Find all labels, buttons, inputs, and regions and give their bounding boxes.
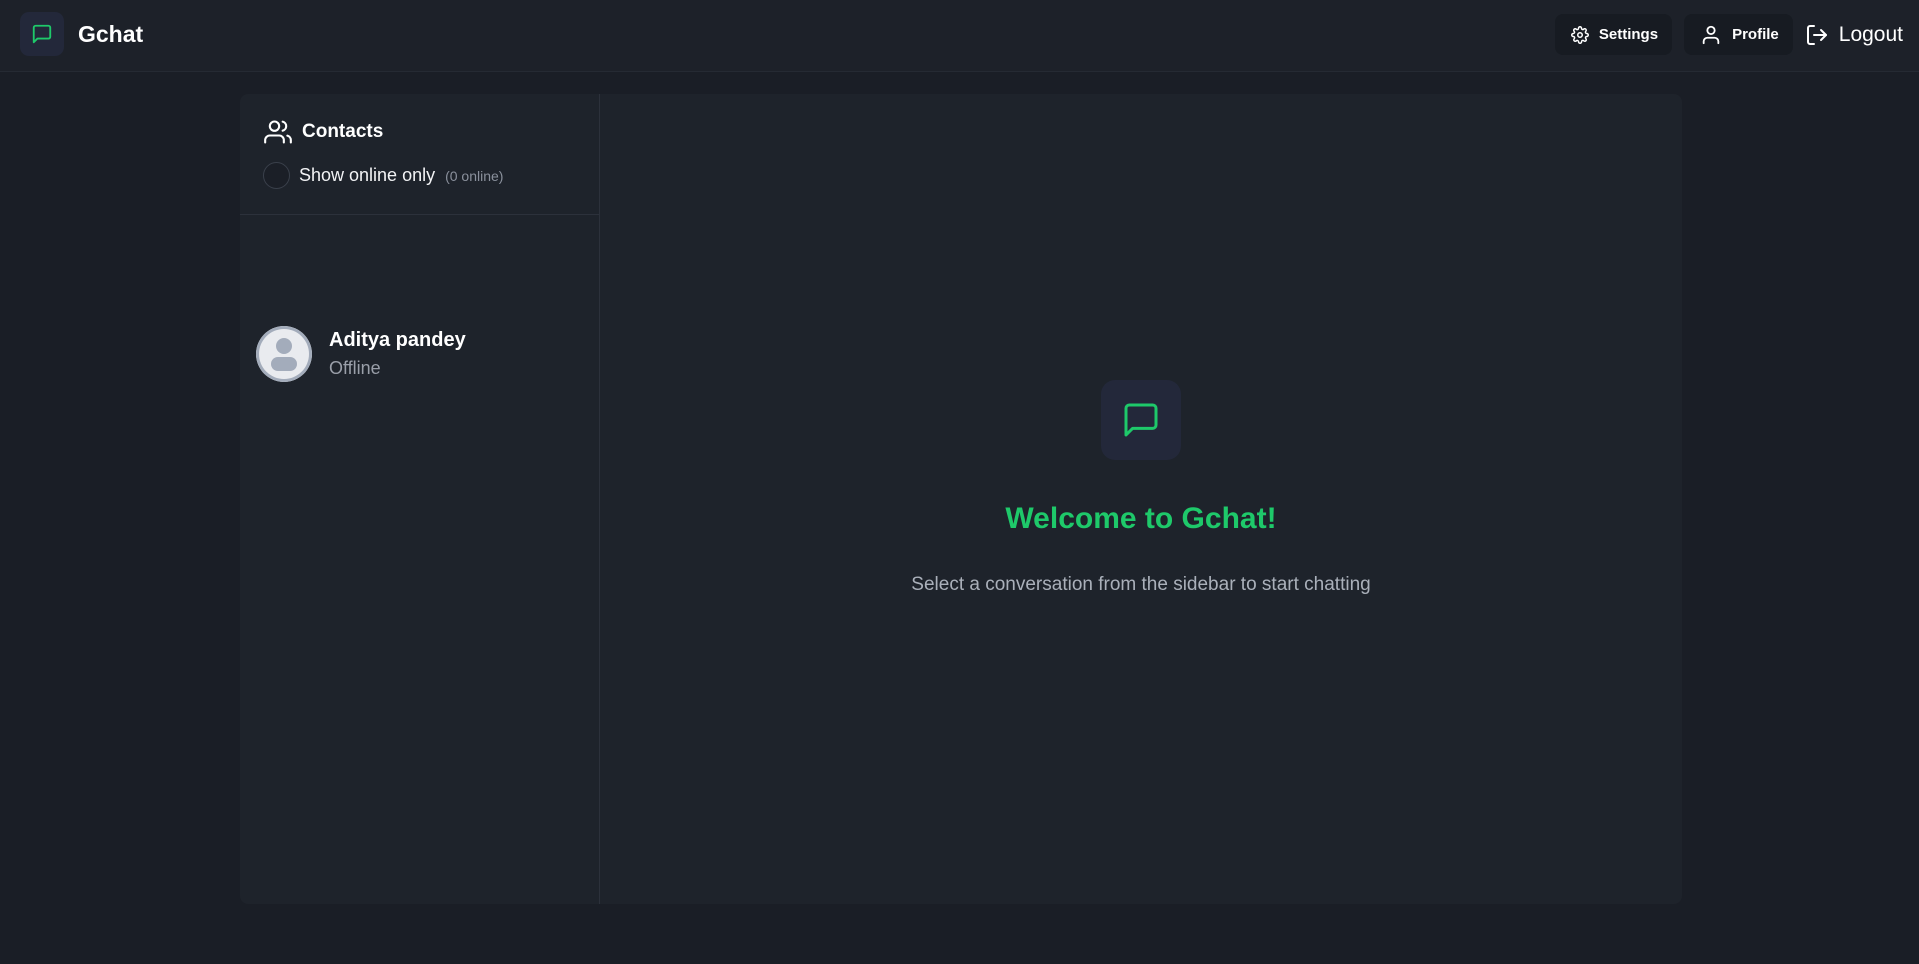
logout-label: Logout xyxy=(1838,22,1903,46)
gear-icon xyxy=(1570,25,1589,44)
user-icon xyxy=(1700,24,1722,46)
brand[interactable]: Gchat xyxy=(20,12,143,56)
contacts-sidebar: Contacts Show online only (0 online) Adi… xyxy=(240,94,600,904)
top-navbar: Gchat Settings Profile Logout xyxy=(0,0,1919,72)
online-count: (0 online) xyxy=(445,167,504,184)
contact-status: Offline xyxy=(329,358,381,378)
sidebar-header: Contacts Show online only (0 online) xyxy=(240,94,599,215)
welcome-title: Welcome to Gchat! xyxy=(1005,502,1277,535)
log-out-icon xyxy=(1805,23,1829,47)
contacts-title: Contacts xyxy=(302,121,384,142)
contacts-heading: Contacts xyxy=(264,118,575,146)
show-online-label[interactable]: Show online only xyxy=(299,165,435,186)
welcome-screen: Welcome to Gchat! Select a conversation … xyxy=(600,94,1682,904)
nav-actions: Settings Profile Logout xyxy=(1543,14,1903,55)
logout-button[interactable]: Logout xyxy=(1805,23,1903,47)
settings-label: Settings xyxy=(1598,26,1659,43)
online-filter: Show online only (0 online) xyxy=(263,162,575,189)
welcome-subtitle: Select a conversation from the sidebar t… xyxy=(911,574,1371,595)
profile-button[interactable]: Profile xyxy=(1684,14,1793,55)
message-square-icon xyxy=(20,12,64,56)
app-name: Gchat xyxy=(78,20,144,47)
contact-name: Aditya pandey xyxy=(329,329,466,351)
settings-button[interactable]: Settings xyxy=(1554,14,1673,55)
profile-label: Profile xyxy=(1732,26,1779,43)
default-avatar-icon xyxy=(256,326,312,382)
chat-panel: Contacts Show online only (0 online) Adi… xyxy=(240,94,1682,904)
contact-item[interactable]: Aditya pandey Offline xyxy=(240,326,600,406)
message-square-icon xyxy=(1101,380,1181,460)
show-online-checkbox[interactable] xyxy=(263,162,290,189)
users-icon xyxy=(264,118,292,146)
